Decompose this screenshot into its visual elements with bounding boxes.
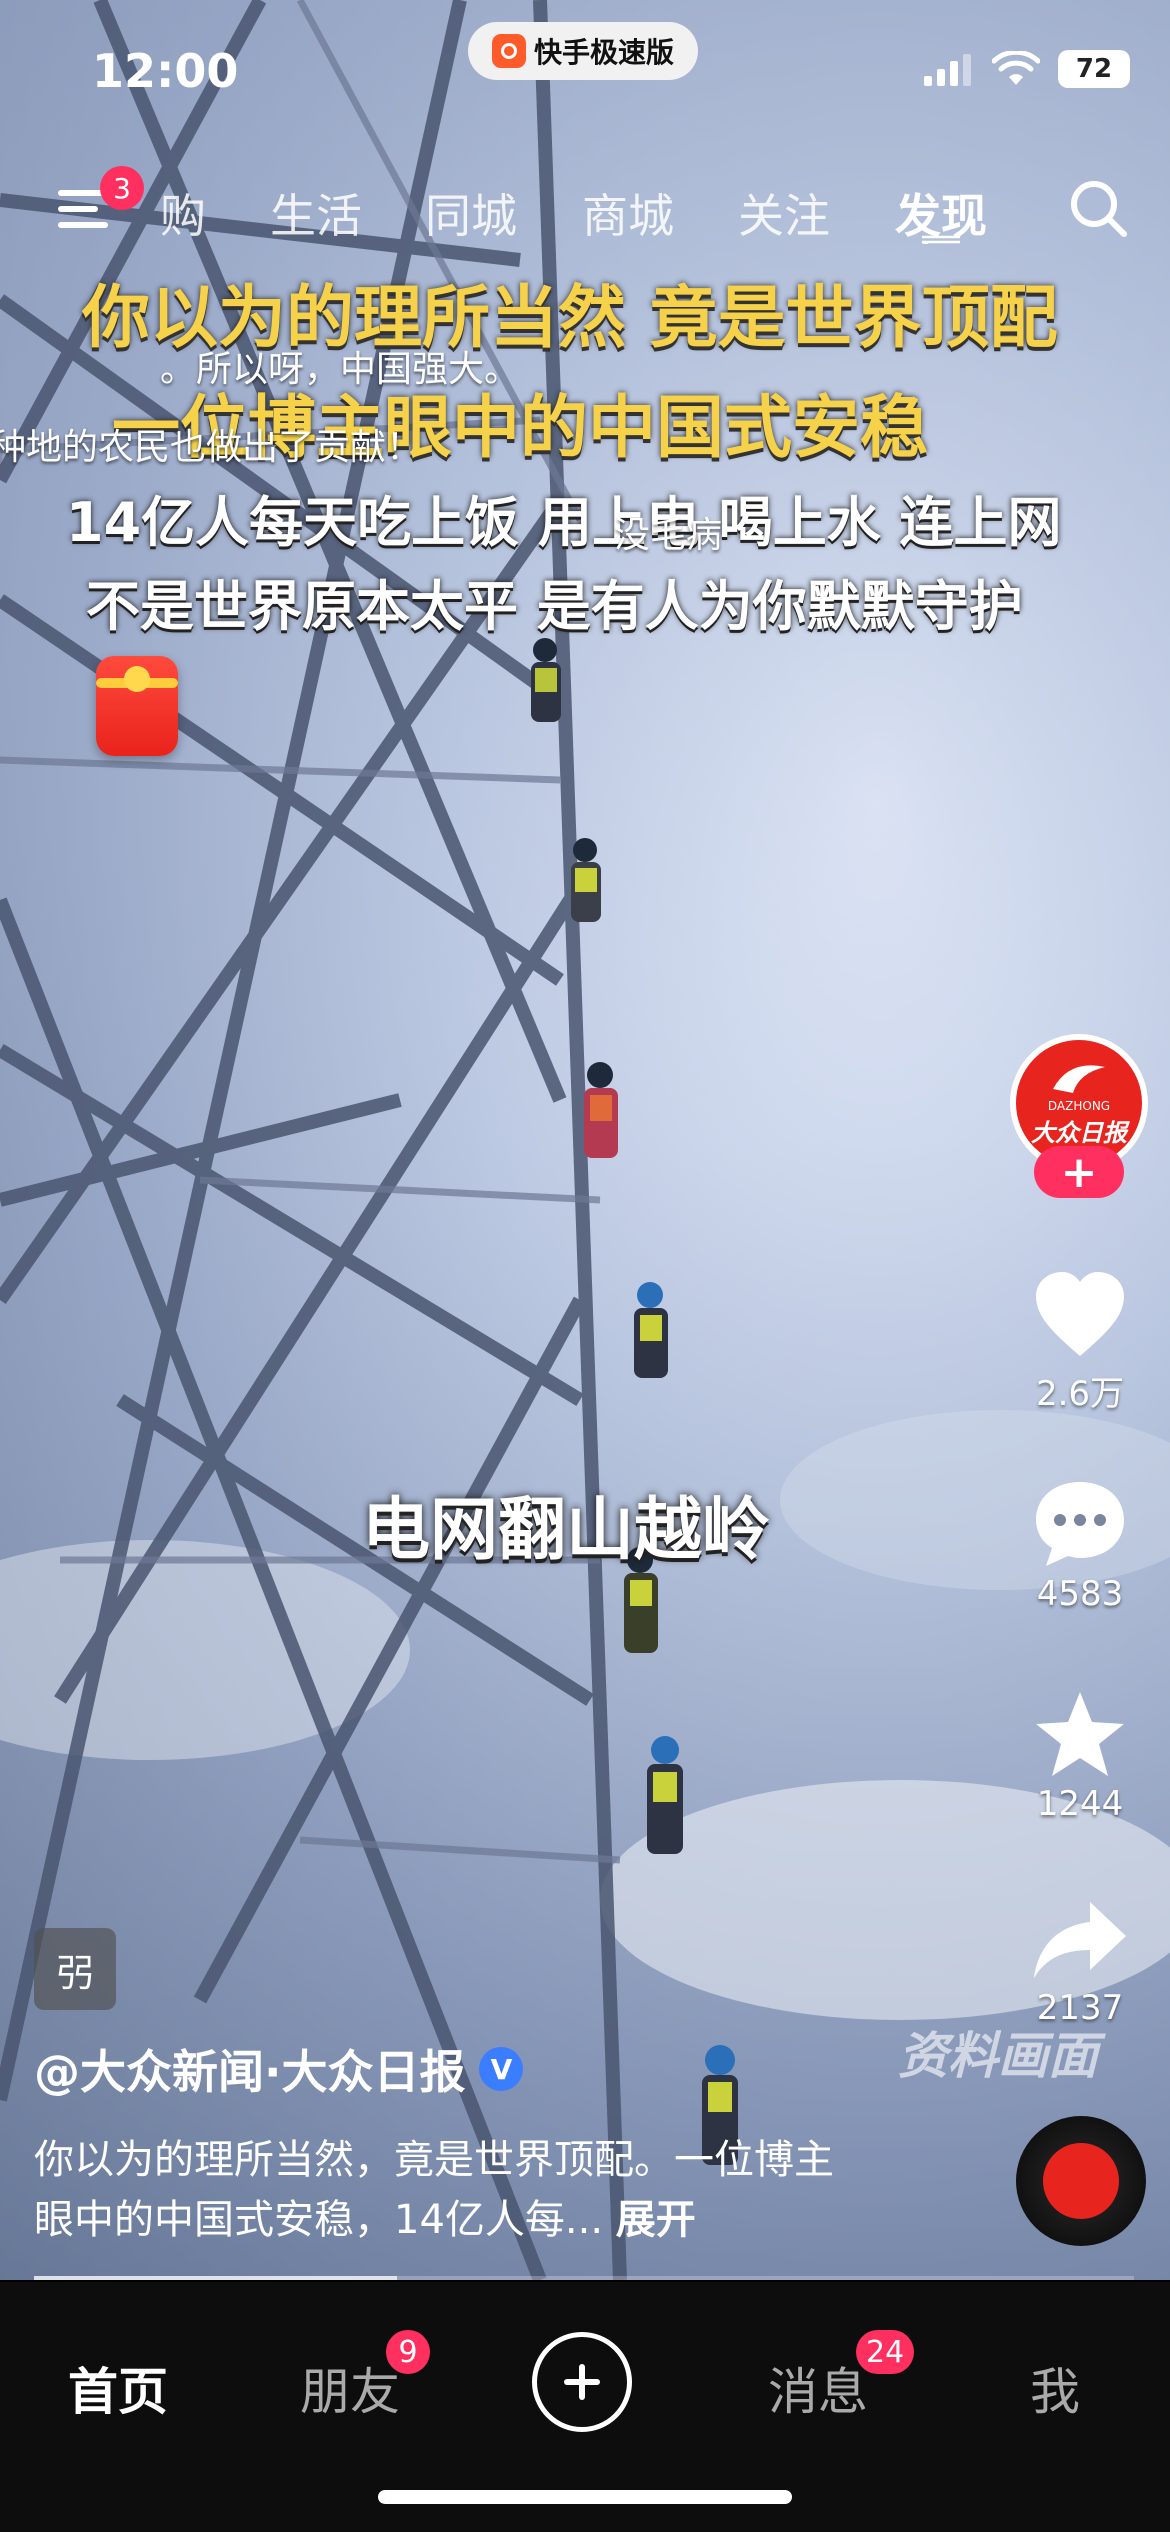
status-icons: 72 [924, 50, 1130, 88]
share-button[interactable]: 2137 [1020, 1898, 1140, 2028]
app-screen: 12:00 快手极速版 72 3 购 生活 同城 商城 关注 发现 你以为的理所… [0, 0, 1170, 2532]
tab-me[interactable]: 我 [1030, 2352, 1080, 2424]
danmu-comment-3: 没毛病 [614, 515, 723, 556]
avatar-text: 大众日报 [1031, 1118, 1127, 1147]
wifi-icon [992, 51, 1040, 85]
battery-icon: 72 [1058, 50, 1130, 88]
menu-badge: 3 [100, 166, 144, 210]
description-text: 你以为的理所当然，竟是世界顶配。一位博主眼中的中国式安稳，14亿人每... [34, 2137, 834, 2243]
tab-local[interactable]: 同城 [425, 180, 517, 246]
tab-life[interactable]: 生活 [270, 180, 362, 246]
messages-badge: 24 [856, 2330, 915, 2374]
tab-following[interactable]: 关注 [738, 180, 830, 246]
video-caption: 电网翻山越岭 [362, 1491, 771, 1570]
topic-tag[interactable]: 弜 [34, 1928, 116, 2010]
video-subtitle-line2: 不是世界原本太平 是有人为你默默守护 [86, 575, 1023, 638]
heart-icon [1036, 1272, 1124, 1356]
app-pill-label: 快手极速版 [533, 36, 674, 69]
tab-messages[interactable]: 消息 [768, 2352, 868, 2424]
tab-shop[interactable]: 购 [160, 180, 206, 246]
star-icon [1036, 1692, 1124, 1776]
author-name[interactable]: @大众新闻·大众日报 [34, 2036, 465, 2102]
verified-badge-icon: V [479, 2047, 524, 2091]
video-description[interactable]: 你以为的理所当然，竟是世界顶配。一位博主眼中的中国式安稳，14亿人每... 展开 [34, 2130, 854, 2250]
friends-badge: 9 [386, 2330, 430, 2374]
video-subtitle-line1: 14亿人每天吃上饭 用上电 喝上水 连上网 [66, 491, 1062, 554]
like-count: 2.6万 [1035, 1374, 1125, 1414]
comment-count: 4583 [1036, 1574, 1124, 1614]
music-disc-icon[interactable] [1016, 2116, 1146, 2246]
newspaper-logo-icon [1053, 1064, 1105, 1093]
share-count: 2137 [1036, 1988, 1124, 2028]
favorite-button[interactable]: 1244 [1020, 1688, 1140, 1824]
comment-bubble-icon [1036, 1482, 1124, 1566]
plus-icon [564, 2364, 600, 2400]
red-packet-icon[interactable] [96, 656, 178, 756]
tab-home[interactable]: 首页 [68, 2352, 168, 2424]
danmu-comment-2: 种地的农民也做出了贡献！ [0, 427, 423, 468]
author-name-row[interactable]: @大众新闻·大众日报 V [34, 2036, 524, 2102]
follow-button[interactable]: + [1034, 1146, 1124, 1198]
tab-mall[interactable]: 商城 [582, 180, 674, 246]
cellular-signal-icon [924, 54, 971, 86]
avatar-small-text: DAZHONG [1047, 1098, 1111, 1113]
switch-arrows-icon [921, 234, 961, 244]
like-button[interactable]: 2.6万 [1020, 1270, 1140, 1415]
home-indicator[interactable] [378, 2490, 792, 2504]
video-progress-bar[interactable] [34, 2276, 1134, 2280]
create-post-button[interactable] [532, 2332, 632, 2432]
search-icon[interactable] [1066, 176, 1130, 240]
app-switch-pill[interactable]: 快手极速版 [468, 22, 698, 80]
top-nav: 3 购 生活 同城 商城 关注 发现 [0, 166, 1170, 250]
tab-friends[interactable]: 朋友 [300, 2352, 400, 2424]
expand-link[interactable]: 展开 [616, 2197, 696, 2243]
status-time: 12:00 [92, 44, 239, 98]
kuaishou-logo-icon [491, 34, 526, 68]
comment-button[interactable]: 4583 [1020, 1478, 1140, 1614]
share-arrow-icon [1034, 1902, 1126, 1978]
progress-fill [34, 2276, 397, 2280]
favorite-count: 1244 [1036, 1784, 1124, 1824]
